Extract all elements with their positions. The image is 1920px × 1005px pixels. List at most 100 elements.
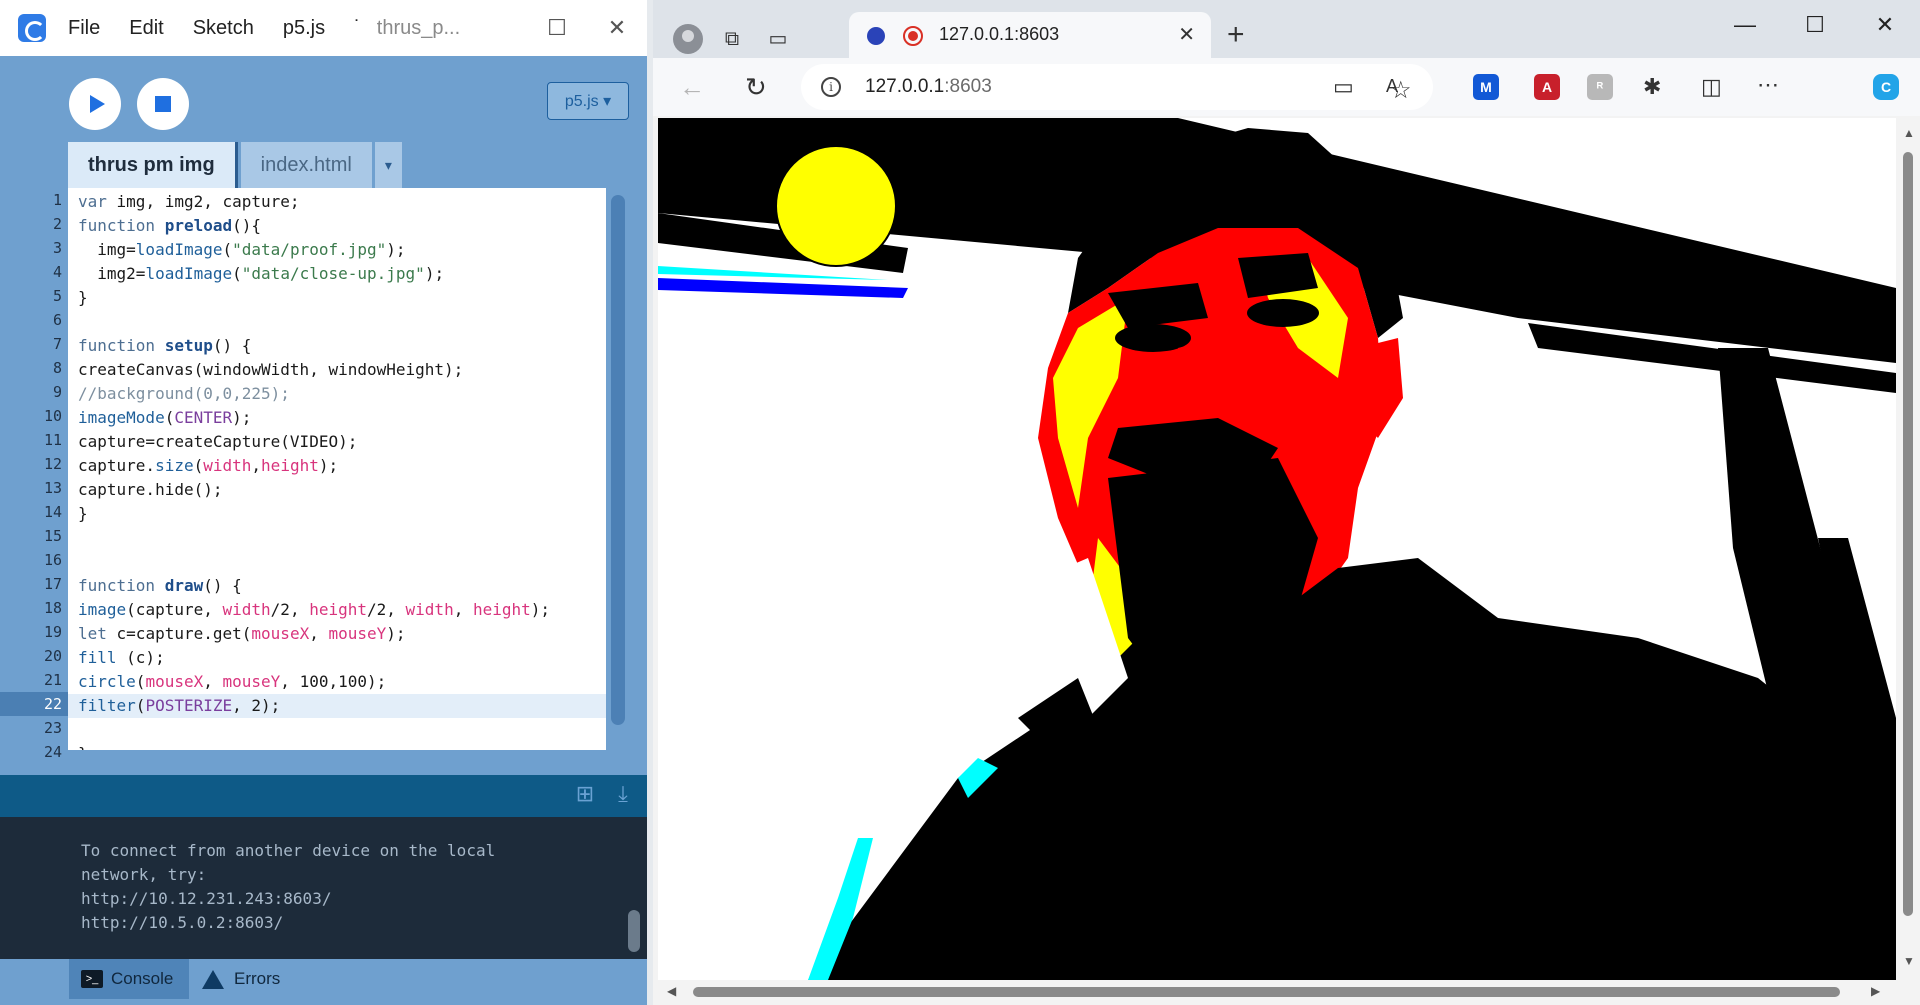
code-line[interactable] bbox=[68, 310, 606, 334]
site-info-icon[interactable]: i bbox=[821, 77, 841, 97]
code-line[interactable]: let c=capture.get(mouseX, mouseY); bbox=[68, 622, 606, 646]
tab-index-html[interactable]: index.html bbox=[240, 142, 372, 188]
code-line[interactable]: function preload(){ bbox=[68, 214, 606, 238]
scroll-right-arrow-icon[interactable]: ▶ bbox=[1871, 984, 1880, 998]
vertical-tabs-icon[interactable]: ▭ bbox=[763, 24, 793, 54]
maximize-icon[interactable]: ☐ bbox=[1780, 0, 1850, 50]
console-scrollbar-thumb[interactable] bbox=[628, 910, 640, 952]
profile-avatar[interactable] bbox=[673, 24, 703, 54]
minimize-icon[interactable]: — bbox=[1710, 0, 1780, 50]
code-line[interactable]: image(capture, width/2, height/2, width,… bbox=[68, 598, 606, 622]
line-number: 4 bbox=[52, 263, 62, 281]
line-number: 16 bbox=[43, 551, 62, 569]
code-line[interactable]: } bbox=[68, 286, 606, 310]
stop-button[interactable] bbox=[137, 78, 189, 130]
menu-overflow[interactable]: ˙ bbox=[354, 17, 361, 40]
line-number: 12 bbox=[43, 455, 62, 473]
malwarebytes-extension-icon[interactable]: M bbox=[1473, 74, 1499, 100]
code-line[interactable]: capture.size(width,height); bbox=[68, 454, 606, 478]
line-number: 24 bbox=[43, 743, 62, 761]
code-line[interactable]: createCanvas(windowWidth, windowHeight); bbox=[68, 358, 606, 382]
console-line: http://10.5.0.2:8603/ bbox=[81, 913, 284, 932]
page-vertical-scroll-thumb[interactable] bbox=[1903, 152, 1913, 916]
new-tab-button[interactable]: + bbox=[1227, 18, 1245, 52]
scroll-left-arrow-icon[interactable]: ◀ bbox=[667, 984, 676, 998]
line-number: 21 bbox=[43, 671, 62, 689]
line-number-gutter: 1 2 3 4 5 6 7 8 9 10 11 12 13 14 15 16 17 18 19 20 21 22 23 24 bbox=[0, 188, 68, 761]
menu-edit[interactable]: Edit bbox=[129, 17, 163, 40]
menu-sketch[interactable]: Sketch bbox=[193, 17, 254, 40]
code-line[interactable]: capture.hide(); bbox=[68, 478, 606, 502]
browser-tabstrip: ⧉ ▭ 127.0.0.1:8603 ✕ + — ☐ ✕ bbox=[653, 0, 1920, 58]
camera-icon[interactable]: ▭ bbox=[1333, 74, 1354, 100]
code-scrollbar-thumb[interactable] bbox=[611, 195, 625, 725]
reload-icon[interactable]: ↻ bbox=[745, 72, 767, 103]
editor-close-icon[interactable]: ✕ bbox=[587, 15, 647, 41]
acrobat-extension-icon[interactable]: A bbox=[1534, 74, 1560, 100]
more-menu-icon[interactable]: ⋯ bbox=[1757, 72, 1779, 98]
url-port: :8603 bbox=[944, 76, 992, 97]
code-line[interactable]: capture=createCapture(VIDEO); bbox=[68, 430, 606, 454]
console-line: http://10.12.231.243:8603/ bbox=[81, 889, 332, 908]
tab-sketch-file[interactable]: thrus pm img bbox=[68, 142, 238, 188]
code-line[interactable]: } bbox=[68, 502, 606, 526]
tab-errors[interactable]: Errors bbox=[202, 959, 280, 999]
favorite-star-icon[interactable]: ☆ bbox=[1390, 76, 1412, 105]
code-line[interactable]: circle(mouseX, mouseY, 100,100); bbox=[68, 670, 606, 694]
console-header: ⊞ ⤓ bbox=[0, 775, 647, 817]
line-number: 5 bbox=[52, 287, 62, 305]
code-line[interactable]: function setup() { bbox=[68, 334, 606, 358]
editor-tabs: thrus pm img index.html ▾ bbox=[68, 142, 405, 188]
code-line[interactable]: } bbox=[68, 742, 606, 750]
code-line[interactable]: img2=loadImage("data/close-up.jpg"); bbox=[68, 262, 606, 286]
tab-errors-label: Errors bbox=[234, 969, 281, 988]
code-line[interactable]: //background(0,0,225); bbox=[68, 382, 606, 406]
console-collapse-icon[interactable]: ⤓ bbox=[609, 781, 637, 809]
mouse-circle bbox=[775, 145, 897, 267]
line-number: 20 bbox=[43, 647, 62, 665]
code-line[interactable]: var img, img2, capture; bbox=[68, 190, 606, 214]
menu-file[interactable]: File bbox=[68, 17, 100, 40]
line-number: 1 bbox=[52, 191, 62, 209]
tab-dropdown-button[interactable]: ▾ bbox=[374, 142, 402, 188]
p5-canvas-output[interactable] bbox=[658, 118, 1896, 980]
console-expand-icon[interactable]: ⊞ bbox=[571, 781, 599, 809]
run-button[interactable] bbox=[69, 78, 121, 130]
line-number: 6 bbox=[52, 311, 62, 329]
line-number: 15 bbox=[43, 527, 62, 545]
url-text: 127.0.0.1:8603 bbox=[865, 76, 992, 98]
console-line: network, try: bbox=[81, 865, 207, 884]
code-line[interactable] bbox=[68, 550, 606, 574]
editor-window-title: thrus_p... bbox=[376, 16, 461, 39]
tab-console[interactable]: >_ Console bbox=[69, 959, 189, 999]
line-number: 23 bbox=[43, 719, 62, 737]
posterized-webcam-image bbox=[658, 118, 1896, 980]
code-line[interactable]: filter(POSTERIZE, 2); bbox=[68, 694, 606, 718]
code-line[interactable] bbox=[68, 718, 606, 742]
scroll-down-arrow-icon[interactable]: ▼ bbox=[1903, 954, 1915, 968]
code-line[interactable] bbox=[68, 526, 606, 550]
close-window-icon[interactable]: ✕ bbox=[1850, 0, 1920, 50]
editor-maximize-icon[interactable]: ☐ bbox=[527, 15, 587, 41]
extensions-puzzle-icon[interactable]: ✱ bbox=[1643, 74, 1661, 100]
menu-p5js[interactable]: p5.js bbox=[283, 17, 325, 40]
mode-select[interactable]: p5.js ▾ bbox=[547, 82, 629, 120]
back-arrow-icon[interactable]: ← bbox=[679, 72, 705, 103]
code-line[interactable]: img=loadImage("data/proof.jpg"); bbox=[68, 238, 606, 262]
browser-tab-active[interactable]: 127.0.0.1:8603 ✕ bbox=[849, 12, 1211, 58]
code-line[interactable]: fill (c); bbox=[68, 646, 606, 670]
split-screen-icon[interactable]: ◫ bbox=[1701, 74, 1722, 100]
code-editor[interactable]: var img, img2, capture; function preload(… bbox=[68, 188, 606, 750]
line-number: 19 bbox=[43, 623, 62, 641]
site-favicon-icon bbox=[867, 27, 885, 45]
page-horizontal-scroll-thumb[interactable] bbox=[693, 987, 1840, 997]
scroll-up-arrow-icon[interactable]: ▲ bbox=[1903, 126, 1915, 140]
address-bar[interactable]: i 127.0.0.1:8603 ▭ A bbox=[801, 64, 1433, 110]
browser-window: ⧉ ▭ 127.0.0.1:8603 ✕ + — ☐ ✕ ← ↻ i 127.0… bbox=[653, 0, 1920, 1005]
tab-close-icon[interactable]: ✕ bbox=[1178, 22, 1195, 47]
code-line[interactable]: imageMode(CENTER); bbox=[68, 406, 606, 430]
code-line[interactable]: function draw() { bbox=[68, 574, 606, 598]
extension-icon[interactable]: ᴿ bbox=[1587, 74, 1613, 100]
workspaces-icon[interactable]: ⧉ bbox=[717, 24, 747, 54]
copilot-icon[interactable]: C bbox=[1873, 74, 1899, 100]
